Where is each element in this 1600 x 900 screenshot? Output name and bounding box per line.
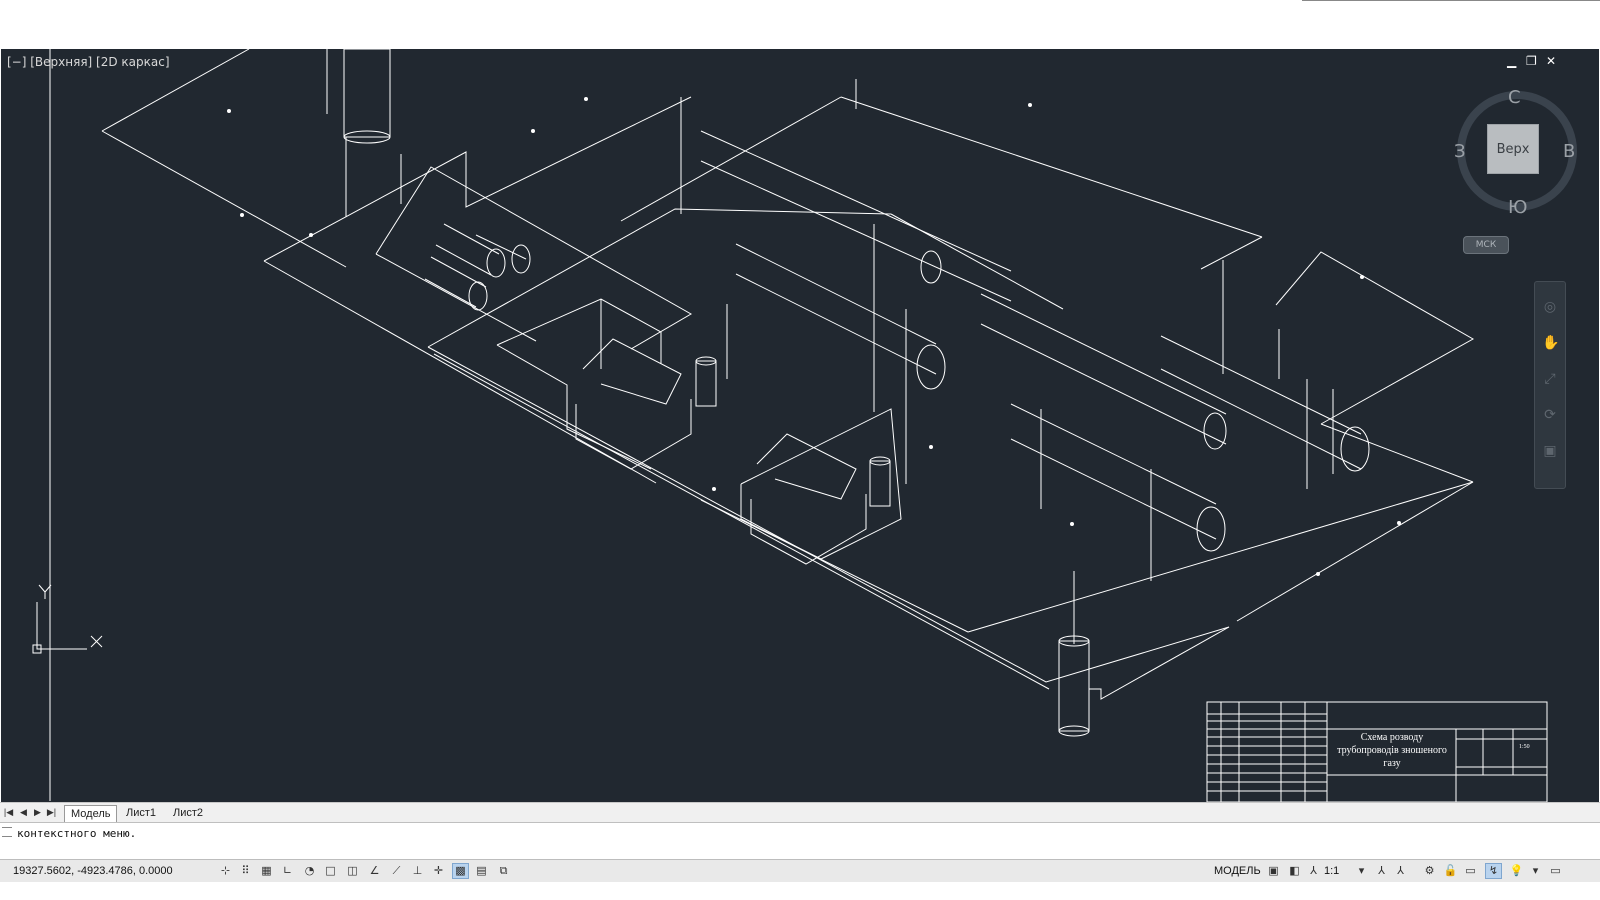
viewport-minimize-button[interactable]: ▁ [1507,55,1516,67]
last-tab-arrow-icon[interactable]: ▶| [46,806,57,818]
viewport-controls-label[interactable]: [−] [Верхняя] [2D каркас] [7,55,170,69]
status-bar: 19327.5602, -4923.4786, 0.0000 ⊹ ⠿ ▦ ∟ ◔… [0,859,1600,883]
top-whitespace [0,0,1600,49]
tab-layout1[interactable]: Лист1 [120,805,162,821]
steering-wheel-icon[interactable]: ◎ [1542,298,1558,314]
command-line-grip-icon[interactable] [2,827,12,837]
polar-tracking-icon[interactable]: ◔ [302,864,317,878]
isometric-piping-drawing [32,49,1548,803]
compass-north-label[interactable]: С [1508,87,1521,108]
3d-object-snap-icon[interactable]: ◫ [345,864,360,878]
title-block-scale: 1:50 [1519,744,1530,750]
object-snap-icon[interactable]: □ [323,864,338,878]
tab-layout2[interactable]: Лист2 [167,805,209,821]
bottom-whitespace [0,882,1600,900]
first-tab-arrow-icon[interactable]: |◀ [3,806,14,818]
ucs-menu-button[interactable]: МСК [1463,236,1509,254]
orbit-icon[interactable]: ⟳ [1542,406,1558,422]
ortho-mode-icon[interactable]: ∟ [280,864,295,878]
transparency-icon[interactable]: ▩ [452,863,469,879]
lightbulb-icon[interactable]: 💡 [1509,864,1524,878]
lock-icon[interactable]: 🔓 [1443,864,1458,878]
title-block-drawing-title: Схема розводу трубопроводів зношеного га… [1337,732,1447,769]
dynamic-input-icon[interactable]: ⊥ [410,864,425,878]
status-menu-icon[interactable]: ▾ [1528,864,1543,878]
layout-tab-bar: |◀ ◀ ▶ ▶| Модель Лист1 Лист2 [0,802,1600,822]
selection-cycling-icon[interactable]: ⧉ [496,864,511,878]
annotation-visibility-icon[interactable]: ⅄ [1374,864,1389,878]
viewport-close-button[interactable]: ✕ [1546,55,1556,67]
tab-model[interactable]: Модель [64,805,118,822]
pan-icon[interactable]: ✋ [1542,334,1559,350]
prev-tab-arrow-icon[interactable]: ◀ [18,806,29,818]
grid-display-icon[interactable]: ▦ [259,864,274,878]
drawing-viewport[interactable]: [−] [Верхняя] [2D каркас] ▁ ❐ ✕ Верх С Ю… [1,49,1599,821]
annotation-scale-icon[interactable]: ⅄ [1306,864,1321,878]
hardware-acceleration-icon[interactable]: ▭ [1463,864,1478,878]
clean-screen-icon[interactable]: ▭ [1548,864,1563,878]
model-view-icon[interactable]: ▣ [1266,864,1281,878]
quick-properties-icon[interactable]: ▤ [474,864,489,878]
coordinate-readout[interactable]: 19327.5602, -4923.4786, 0.0000 [13,865,173,877]
navigation-bar: ◎ ✋ ⤢ ⟳ ▣ [1534,281,1566,489]
model-space-toggle[interactable]: МОДЕЛЬ [1214,865,1261,877]
command-history-text: контекстного меню. [17,827,137,840]
viewport-restore-button[interactable]: ❐ [1526,55,1537,67]
next-tab-arrow-icon[interactable]: ▶ [32,806,43,818]
snap-mode-icon[interactable]: ⠿ [238,864,253,878]
compass-west-label[interactable]: З [1454,141,1466,162]
compass-south-label[interactable]: Ю [1508,197,1527,218]
workspace-switching-icon[interactable]: ⚙ [1422,864,1437,878]
viewcube-top-face[interactable]: Верх [1487,124,1539,174]
viewcube[interactable]: Верх С Ю З В [1453,87,1577,218]
annotation-scale-value[interactable]: 1:1 [1324,865,1339,877]
dynamic-ucs-icon[interactable]: ⟋ [389,864,404,878]
isolate-objects-icon[interactable]: ↯ [1485,863,1502,879]
scale-dropdown-icon[interactable]: ▾ [1354,864,1369,878]
infer-constraints-icon[interactable]: ⊹ [218,864,233,878]
zoom-icon[interactable]: ⤢ [1542,370,1558,386]
object-snap-tracking-icon[interactable]: ∠ [367,864,382,878]
showmotion-icon[interactable]: ▣ [1542,442,1558,458]
command-line[interactable]: контекстного меню. [0,822,1600,859]
auto-scale-icon[interactable]: ⅄ [1393,864,1408,878]
compass-east-label[interactable]: В [1563,141,1575,162]
lineweight-icon[interactable]: ✛ [431,864,446,878]
layout-view-icon[interactable]: ◧ [1287,864,1302,878]
